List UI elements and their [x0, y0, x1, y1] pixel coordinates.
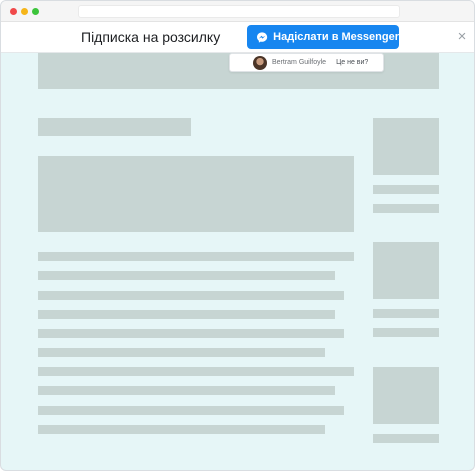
close-window-dot[interactable] — [10, 8, 17, 15]
user-card: Bertram Guilfoyle Це не ви? — [229, 53, 384, 72]
text-line-placeholder — [38, 425, 325, 434]
sidebar-line-placeholder — [373, 309, 439, 318]
text-line-placeholder — [38, 329, 344, 338]
sidebar-line-placeholder — [373, 185, 439, 194]
sidebar-image-placeholder — [373, 367, 439, 424]
text-line-placeholder — [38, 406, 344, 415]
sidebar-line-placeholder — [373, 328, 439, 337]
image-placeholder — [38, 156, 354, 232]
minimize-window-dot[interactable] — [21, 8, 28, 15]
text-line-placeholder — [38, 310, 335, 319]
address-bar[interactable] — [78, 5, 400, 18]
title-placeholder — [38, 118, 191, 136]
sidebar-line-placeholder — [373, 434, 439, 443]
user-name: Bertram Guilfoyle — [272, 59, 327, 66]
not-you-link[interactable]: Це не ви? — [336, 59, 368, 66]
text-line-placeholder — [38, 348, 325, 357]
topbar-title: Підписка на розсилку — [81, 29, 221, 45]
maximize-window-dot[interactable] — [32, 8, 39, 15]
browser-chrome — [1, 1, 474, 22]
send-button-label: Надіслати в Messenger — [273, 31, 399, 43]
close-icon[interactable]: × — [454, 28, 470, 46]
sidebar-image-placeholder — [373, 242, 439, 299]
send-to-messenger-button[interactable]: Надіслати в Messenger — [247, 25, 399, 49]
browser-window: Підписка на розсилку Надіслати в Messeng… — [0, 0, 475, 471]
text-line-placeholder — [38, 291, 344, 300]
text-line-placeholder — [38, 271, 335, 280]
messenger-topbar: Підписка на розсилку Надіслати в Messeng… — [1, 22, 474, 53]
sidebar-image-placeholder — [373, 118, 439, 175]
sidebar-line-placeholder — [373, 204, 439, 213]
text-line-placeholder — [38, 252, 354, 261]
text-line-placeholder — [38, 367, 354, 376]
text-line-placeholder — [38, 386, 335, 395]
messenger-icon — [257, 31, 268, 43]
avatar — [253, 55, 267, 70]
